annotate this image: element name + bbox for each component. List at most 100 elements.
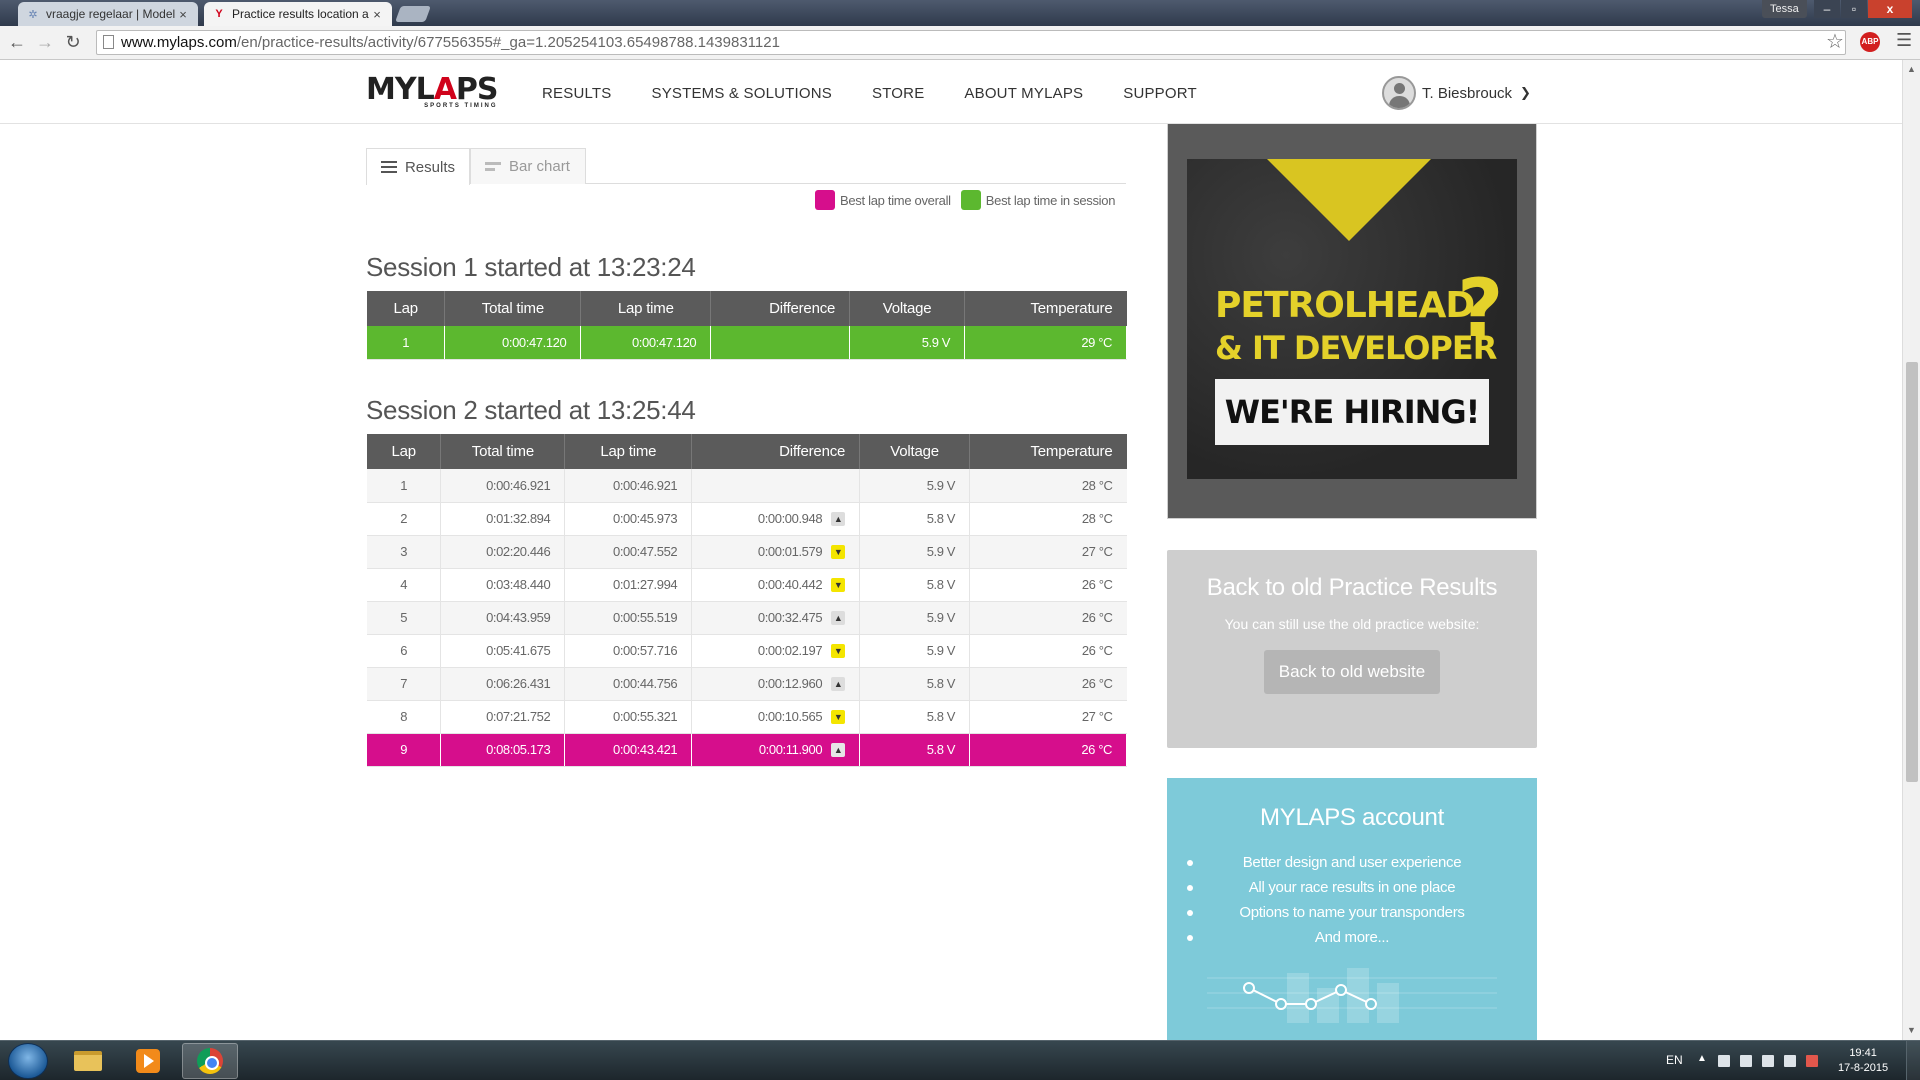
tab-label: Practice results location a — [232, 7, 369, 21]
table-row: 1 0:00:47.120 0:00:47.120 5.9 V 29 °C — [367, 326, 1127, 360]
scroll-up-icon[interactable]: ▲ — [1907, 64, 1916, 74]
show-desktop-button[interactable] — [1906, 1041, 1920, 1080]
window-close-button[interactable]: x — [1868, 0, 1912, 18]
chrome-icon — [197, 1048, 223, 1074]
mylaps-account-panel: MYLAPS account Better design and user ex… — [1167, 778, 1537, 1040]
scroll-down-icon[interactable]: ▼ — [1907, 1025, 1916, 1035]
back-to-old-website-button[interactable]: Back to old website — [1263, 650, 1441, 694]
legend-session-label: Best lap time in session — [985, 192, 1116, 208]
header-voltage: Voltage — [849, 291, 966, 326]
browser-tab-modelbouw[interactable]: ✲ vraagje regelaar | Modelb × — [18, 2, 198, 26]
back-arrow-icon[interactable]: ← — [6, 31, 28, 53]
list-item: All your race results in one place — [1167, 875, 1537, 900]
taskbar-media-player[interactable] — [120, 1043, 176, 1079]
difference-value: 0:00:11.900 — [758, 742, 823, 757]
user-name: T. Biesbrouck — [1422, 84, 1513, 102]
media-player-icon — [136, 1049, 160, 1073]
tab-close-icon[interactable]: × — [370, 7, 384, 22]
total-time-cell: 0:00:47.120 — [444, 326, 582, 360]
session-1-title: Session 1 started at 13:23:24 — [366, 252, 696, 282]
table-row: 1 0:00:46.921 0:00:46.921 5.9 V 28 °C — [367, 469, 1127, 503]
forward-arrow-icon[interactable]: → — [34, 31, 56, 53]
hiring-ad-banner[interactable]: PETROLHEAD & IT DEVELOPER ? WE'RE HIRING… — [1167, 124, 1537, 519]
difference-cell: 0:00:32.475 ▲ — [691, 601, 861, 635]
lap-time-cell: 0:00:55.519 — [564, 601, 693, 635]
taskbar-explorer[interactable] — [60, 1043, 116, 1079]
browser-tab-strip: ✲ vraagje regelaar | Modelb × Y Practice… — [0, 0, 1920, 26]
main-navigation: RESULTS SYSTEMS & SOLUTIONS STORE ABOUT … — [542, 85, 1237, 102]
table-row: 7 0:06:26.431 0:00:44.756 0:00:12.960 ▲ 5.8 V… — [367, 667, 1127, 701]
account-graph-illustration — [1207, 968, 1497, 1023]
arrow-down-icon: ▼ — [831, 643, 846, 658]
network-signal-icon[interactable] — [1784, 1055, 1796, 1067]
old-results-title: Back to old Practice Results — [1206, 574, 1498, 601]
bar-chart-icon — [485, 161, 501, 173]
new-tab-button[interactable] — [395, 6, 431, 22]
devices-icon[interactable] — [1740, 1055, 1752, 1067]
browser-profile-badge[interactable]: Tessa — [1762, 0, 1807, 18]
table-row: 5 0:04:43.959 0:00:55.519 0:00:32.475 ▲ 5.9 V… — [367, 601, 1127, 635]
list-item: And more... — [1167, 925, 1537, 950]
lap-number-cell: 4 — [367, 568, 442, 602]
taskbar-chrome[interactable] — [182, 1043, 238, 1079]
browser-menu-icon[interactable]: ☰ — [1896, 30, 1912, 51]
header-temperature: Temperature — [969, 434, 1127, 469]
window-minimize-button[interactable]: – — [1814, 0, 1840, 18]
adblock-plus-icon[interactable]: ABP — [1860, 32, 1880, 52]
language-indicator[interactable]: EN — [1666, 1053, 1683, 1067]
page-scrollbar[interactable]: ▲ ▼ — [1902, 60, 1920, 1040]
reload-icon[interactable]: ↻ — [62, 31, 84, 53]
table-row: 6 0:05:41.675 0:00:57.716 0:00:02.197 ▼ 5.9 V… — [367, 634, 1127, 668]
header-lap: Lap — [367, 291, 446, 326]
difference-value: 0:00:02.197 — [757, 643, 823, 658]
tab-bar-chart[interactable]: Bar chart — [470, 148, 586, 184]
clock-time: 19:41 — [1849, 1047, 1877, 1059]
voltage-cell: 5.9 V — [849, 326, 966, 360]
system-clock[interactable]: 19:41 17-8-2015 — [1838, 1046, 1888, 1076]
table-row: 9 0:08:05.173 0:00:43.421 0:00:11.900 ▲ 5.8 V… — [367, 733, 1127, 767]
logo-accent: A — [433, 72, 457, 107]
bookmark-star-icon[interactable]: ☆ — [1826, 29, 1844, 54]
nav-about-mylaps[interactable]: ABOUT MYLAPS — [964, 85, 1083, 102]
best-overall-swatch — [815, 190, 835, 210]
list-icon — [381, 161, 397, 173]
tab-close-icon[interactable]: × — [176, 7, 190, 22]
legend: Best lap time overall Best lap time in s… — [815, 190, 1115, 210]
tray-expand-icon[interactable]: ▲ — [1697, 1053, 1707, 1064]
window-maximize-button[interactable]: ▫ — [1841, 0, 1867, 18]
volume-muted-icon[interactable] — [1806, 1055, 1818, 1067]
table-row: 4 0:03:48.440 0:01:27.994 0:00:40.442 ▼ 5.8 V… — [367, 568, 1127, 602]
address-bar[interactable]: www.mylaps.com/en/practice-results/activ… — [96, 30, 1846, 55]
nav-support[interactable]: SUPPORT — [1123, 85, 1197, 102]
start-button[interactable] — [8, 1043, 48, 1079]
lap-number-cell: 2 — [367, 502, 442, 536]
arrow-up-icon: ▲ — [831, 742, 846, 757]
lap-time-cell: 0:00:45.973 — [564, 502, 693, 536]
header-lap-time: Lap time — [564, 434, 693, 469]
voltage-cell: 5.8 V — [859, 733, 971, 767]
voltage-cell: 5.9 V — [859, 535, 971, 569]
difference-cell: 0:00:10.565 ▼ — [691, 700, 861, 734]
lap-time-cell: 0:00:44.756 — [564, 667, 693, 701]
scroll-thumb[interactable] — [1906, 362, 1918, 782]
windows-flag-icon[interactable] — [1718, 1055, 1730, 1067]
tab-results[interactable]: Results — [366, 148, 470, 185]
ad-headline-2: & IT DEVELOPER — [1215, 329, 1497, 367]
total-time-cell: 0:03:48.440 — [440, 568, 566, 602]
mylaps-logo[interactable]: MYLAPS SPORTS TIMING — [366, 75, 499, 110]
nav-results[interactable]: RESULTS — [542, 85, 611, 102]
difference-cell — [691, 469, 861, 503]
user-menu[interactable]: T. Biesbrouck ❯ — [1382, 76, 1531, 110]
browser-tab-mylaps[interactable]: Y Practice results location a × — [204, 2, 392, 26]
account-benefits-list: Better design and user experience All yo… — [1167, 850, 1537, 950]
difference-value: 0:00:00.948 — [757, 511, 823, 526]
voltage-cell: 5.9 V — [859, 469, 971, 503]
difference-value: 0:00:10.565 — [757, 709, 823, 724]
list-item: Better design and user experience — [1167, 850, 1537, 875]
temperature-cell: 28 °C — [969, 502, 1127, 536]
action-center-flag-icon[interactable] — [1762, 1055, 1774, 1067]
nav-systems-solutions[interactable]: SYSTEMS & SOLUTIONS — [651, 85, 832, 102]
arrow-up-icon: ▲ — [831, 610, 846, 625]
arrow-down-icon: ▼ — [831, 709, 846, 724]
nav-store[interactable]: STORE — [872, 85, 924, 102]
